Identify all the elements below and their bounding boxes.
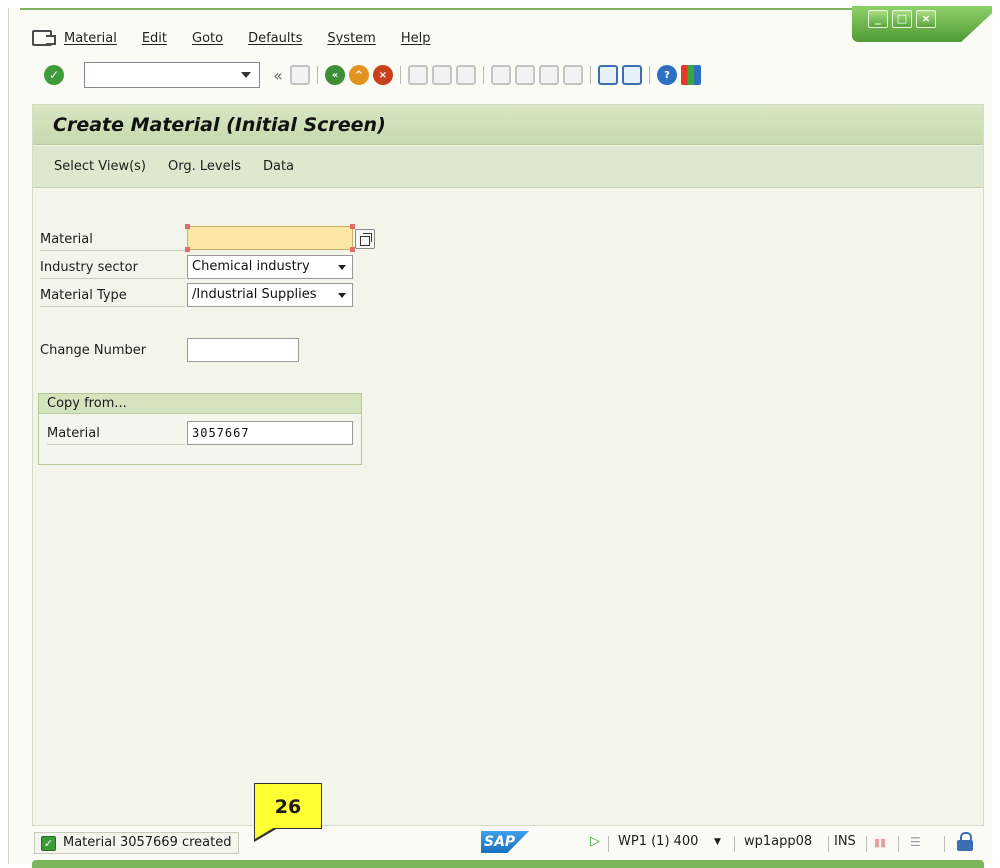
industry-sector-label: Industry sector bbox=[40, 257, 185, 279]
print-icon[interactable] bbox=[408, 65, 428, 85]
shortcut-icon[interactable] bbox=[622, 65, 642, 85]
select-views-button[interactable]: Select View(s) bbox=[54, 159, 146, 174]
org-levels-button[interactable]: Org. Levels bbox=[168, 159, 241, 174]
play-icon[interactable]: ▷ bbox=[590, 834, 600, 849]
data-button[interactable]: Data bbox=[263, 159, 294, 174]
copy-from-title: Copy from... bbox=[39, 394, 361, 414]
menu-bar: Material Edit Goto Defaults System Help bbox=[32, 26, 455, 50]
menu-goto[interactable]: Goto bbox=[192, 31, 223, 46]
status-separator bbox=[734, 836, 735, 852]
cancel-icon[interactable]: × bbox=[373, 65, 393, 85]
toolbar-separator bbox=[400, 66, 401, 84]
material-type-value: /Industrial Supplies bbox=[192, 287, 317, 302]
toolbar-separator bbox=[317, 66, 318, 84]
copy-material-label: Material bbox=[47, 423, 185, 445]
command-dropdown-icon[interactable] bbox=[241, 72, 251, 78]
industry-sector-select[interactable]: Chemical industry bbox=[187, 255, 353, 279]
collapse-toolbar-icon[interactable]: « bbox=[270, 65, 286, 85]
industry-sector-value: Chemical industry bbox=[192, 259, 310, 274]
system-info[interactable]: WP1 (1) 400 bbox=[618, 834, 698, 849]
standard-toolbar: ✓ « « ^ × ? bbox=[44, 60, 703, 90]
material-label: Material bbox=[40, 229, 185, 251]
minimize-button[interactable]: _ bbox=[868, 10, 888, 28]
copy-material-input[interactable]: 3057667 bbox=[187, 421, 353, 445]
exit-icon[interactable]: ^ bbox=[349, 65, 369, 85]
system-menu-icon[interactable] bbox=[32, 30, 56, 46]
menu-system[interactable]: System bbox=[327, 31, 375, 46]
step-callout: 26 bbox=[254, 783, 322, 842]
change-number-label: Change Number bbox=[40, 343, 147, 358]
system-info-dropdown-icon[interactable]: ▼ bbox=[714, 837, 721, 847]
command-field[interactable] bbox=[84, 62, 260, 88]
back-icon[interactable]: « bbox=[325, 65, 345, 85]
maximize-button[interactable]: □ bbox=[892, 10, 912, 28]
chevron-down-icon bbox=[338, 265, 346, 270]
status-message[interactable]: ✓ Material 3057669 created bbox=[34, 832, 239, 854]
customize-layout-icon[interactable] bbox=[681, 65, 701, 85]
change-number-input[interactable] bbox=[187, 338, 299, 362]
status-separator bbox=[944, 836, 945, 852]
required-marker bbox=[350, 224, 355, 229]
save-icon[interactable] bbox=[290, 65, 310, 85]
status-separator bbox=[898, 836, 899, 852]
chevron-down-icon bbox=[338, 293, 346, 298]
menu-help[interactable]: Help bbox=[401, 31, 431, 46]
status-bar: ✓ Material 3057669 created SAP ▷ WP1 (1)… bbox=[32, 828, 984, 858]
help-icon[interactable]: ? bbox=[657, 65, 677, 85]
status-separator bbox=[866, 836, 867, 852]
create-session-icon[interactable] bbox=[598, 65, 618, 85]
toolbar-separator bbox=[483, 66, 484, 84]
step-number: 26 bbox=[254, 783, 322, 829]
status-message-text: Material 3057669 created bbox=[63, 835, 232, 850]
menu-edit[interactable]: Edit bbox=[142, 31, 167, 46]
server-name: wp1app08 bbox=[744, 834, 813, 849]
success-check-icon: ✓ bbox=[41, 836, 56, 851]
callout-tail-fill bbox=[255, 827, 275, 839]
lock-icon[interactable] bbox=[957, 832, 973, 852]
status-separator bbox=[828, 836, 829, 852]
material-type-select[interactable]: /Industrial Supplies bbox=[187, 283, 353, 307]
frame-top-line bbox=[20, 8, 860, 10]
required-marker bbox=[185, 247, 190, 252]
next-page-icon[interactable] bbox=[539, 65, 559, 85]
sap-logo: SAP bbox=[481, 831, 529, 853]
material-type-label: Material Type bbox=[40, 285, 185, 307]
settings-icon[interactable]: ☰ bbox=[910, 835, 921, 849]
title-bar: Create Material (Initial Screen) bbox=[33, 105, 983, 145]
enter-icon[interactable]: ✓ bbox=[44, 65, 64, 85]
performance-icon[interactable]: ▮▮ bbox=[874, 836, 886, 849]
insert-mode[interactable]: INS bbox=[834, 834, 856, 849]
first-page-icon[interactable] bbox=[491, 65, 511, 85]
menu-material[interactable]: Material bbox=[64, 31, 117, 46]
toolbar-separator bbox=[590, 66, 591, 84]
close-button[interactable]: × bbox=[916, 10, 936, 28]
status-separator bbox=[608, 836, 609, 852]
main-content: Create Material (Initial Screen) Select … bbox=[32, 104, 984, 826]
required-marker bbox=[185, 224, 190, 229]
possible-entries-icon[interactable] bbox=[355, 229, 375, 249]
previous-page-icon[interactable] bbox=[515, 65, 535, 85]
bottom-bar bbox=[32, 860, 984, 868]
find-icon[interactable] bbox=[432, 65, 452, 85]
menu-defaults[interactable]: Defaults bbox=[248, 31, 302, 46]
toolbar-separator bbox=[649, 66, 650, 84]
page-title: Create Material (Initial Screen) bbox=[53, 114, 386, 136]
copy-from-group: Copy from... Material 3057667 bbox=[38, 393, 362, 465]
last-page-icon[interactable] bbox=[563, 65, 583, 85]
find-next-icon[interactable] bbox=[456, 65, 476, 85]
application-toolbar: Select View(s) Org. Levels Data bbox=[33, 146, 983, 188]
material-input[interactable] bbox=[187, 226, 353, 250]
copy-material-value: 3057667 bbox=[192, 426, 250, 440]
